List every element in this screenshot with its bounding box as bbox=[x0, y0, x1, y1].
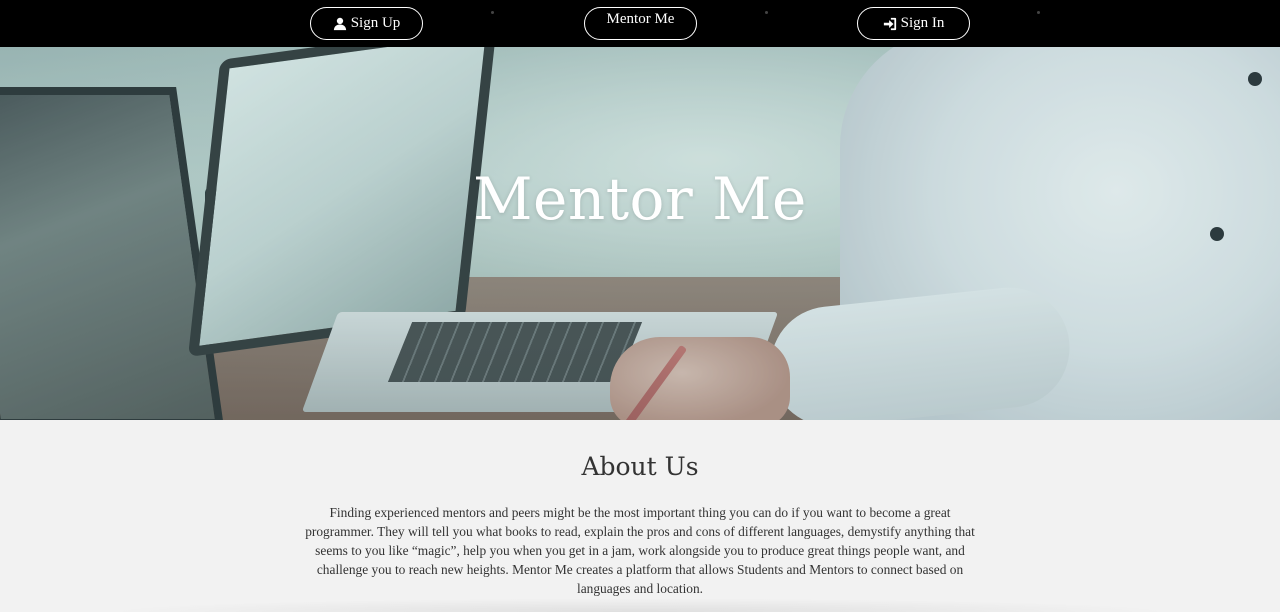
user-icon bbox=[333, 17, 346, 30]
sign-in-button[interactable]: Sign In bbox=[857, 7, 970, 40]
nav-divider-dot bbox=[1037, 11, 1040, 14]
mentor-me-label: Mentor Me bbox=[606, 11, 675, 27]
sign-up-label: Sign Up bbox=[350, 15, 401, 31]
sign-up-button[interactable]: Sign Up bbox=[310, 7, 423, 40]
nav-divider-dot bbox=[765, 11, 768, 14]
about-heading: About Us bbox=[581, 452, 699, 481]
about-body: Finding experienced mentors and peers mi… bbox=[305, 505, 975, 596]
sign-in-icon bbox=[883, 17, 896, 30]
section-shadow bbox=[100, 598, 1180, 612]
top-navbar: Sign Up Mentor Me Sign In bbox=[0, 0, 1280, 47]
sign-in-label: Sign In bbox=[900, 15, 945, 31]
about-section: About Us Finding experienced mentors and… bbox=[0, 420, 1280, 612]
mentor-me-button[interactable]: Mentor Me bbox=[584, 7, 697, 40]
nav-divider-dot bbox=[491, 11, 494, 14]
hero-title: Mentor Me bbox=[473, 165, 807, 233]
hero-banner: Mentor Me bbox=[0, 47, 1280, 420]
hero-photo-tint bbox=[0, 47, 1280, 420]
